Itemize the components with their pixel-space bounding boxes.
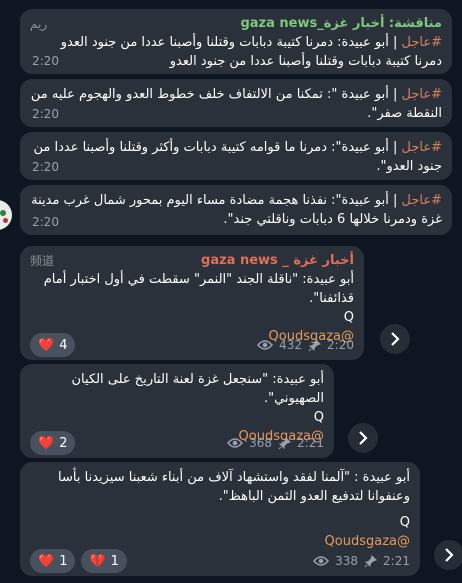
chevron-right-icon <box>445 548 454 562</box>
channel-post: أبو عبيدة: "سنجعل غزة لعنة التاريخ على ا… <box>20 364 334 458</box>
post-text: أبو عبيدة: "ناقلة الجند "النمر" سقطت في … <box>43 272 354 306</box>
views-count: 432 <box>279 337 303 352</box>
post-q: Q <box>343 310 354 325</box>
message-time: 2:20 <box>32 54 59 68</box>
message-bubble: مناقشة: أخبار غزة_gaza news ريم #عاجل | … <box>20 9 452 74</box>
hashtag-link[interactable]: #عاجل <box>402 87 443 102</box>
message-time: 2:20 <box>32 107 59 121</box>
message-time: 2:20 <box>32 215 59 229</box>
forwarded-from-title[interactable]: مناقشة: أخبار غزة_gaza news <box>240 15 442 33</box>
views-count: 338 <box>335 553 359 568</box>
channel-name[interactable]: أخبار غزة _ gaza news <box>201 252 354 270</box>
channel-tag: 频道 <box>30 254 55 268</box>
share-button[interactable] <box>434 540 462 570</box>
message-bubble: #عاجل | أبو عبيدة ": تمكنا من الالتفاف خ… <box>20 79 452 127</box>
hashtag-link[interactable]: #عاجل <box>402 35 443 50</box>
channel-post: أخبار غزة _ gaza news 频道 أبو عبيدة: "ناق… <box>20 246 364 360</box>
post-time: 2:20 <box>327 337 354 352</box>
reaction-heart[interactable]: ❤️ 4 <box>30 333 76 357</box>
views-count: 368 <box>249 435 273 450</box>
chevron-right-icon <box>359 431 368 445</box>
message-text: #عاجل | أبو عبيدة: دمرنا كتيبة دبابات وق… <box>60 35 443 69</box>
pin-icon <box>308 338 321 351</box>
message-text: #عاجل | أبو عبيدة": نفذنا هجمة مضادة مسا… <box>31 193 443 227</box>
sender-avatar[interactable] <box>0 200 12 230</box>
message-bubble: #عاجل | أبو عبيدة": نفذنا هجمة مضادة مسا… <box>20 185 452 235</box>
post-q: Q <box>399 515 410 530</box>
broken-heart-icon: 💔 <box>89 553 106 569</box>
heart-icon: ❤️ <box>38 337 55 353</box>
eye-icon <box>227 438 244 448</box>
post-time: 2:21 <box>297 435 324 450</box>
post-q: Q <box>313 410 324 425</box>
pin-icon <box>364 554 377 567</box>
pin-icon <box>278 436 291 449</box>
reaction-heart[interactable]: ❤️ 1 <box>30 549 76 573</box>
post-text: أبو عبيدة : "آلمنا لفقد واستشهاد آلاف من… <box>58 470 410 504</box>
heart-icon: ❤️ <box>38 435 55 451</box>
message-text: #عاجل | أبو عبيدة ": تمكنا من الالتفاف خ… <box>30 87 443 121</box>
post-text: أبو عبيدة: "سنجعل غزة لعنة التاريخ على ا… <box>71 372 324 406</box>
message-bubble: #عاجل | أبو عبيدة": دمرنا ما قوامه كتيبة… <box>20 132 452 180</box>
post-time: 2:21 <box>383 553 410 568</box>
share-button[interactable] <box>348 423 378 453</box>
eye-icon <box>257 340 274 350</box>
share-button[interactable] <box>380 324 410 354</box>
message-text: #عاجل | أبو عبيدة": دمرنا ما قوامه كتيبة… <box>33 140 443 174</box>
reaction-heart[interactable]: ❤️ 2 <box>30 431 76 455</box>
message-time: 2:20 <box>32 160 59 174</box>
reaction-broken-heart[interactable]: 💔 1 <box>81 549 127 573</box>
hashtag-link[interactable]: #عاجل <box>402 140 443 155</box>
chevron-right-icon <box>391 332 400 346</box>
channel-post: أبو عبيدة : "آلمنا لفقد واستشهاد آلاف من… <box>20 462 420 576</box>
hashtag-link[interactable]: #عاجل <box>402 193 443 208</box>
heart-icon: ❤️ <box>38 553 55 569</box>
eye-icon <box>313 556 330 566</box>
sender-name[interactable]: ريم <box>30 15 47 33</box>
